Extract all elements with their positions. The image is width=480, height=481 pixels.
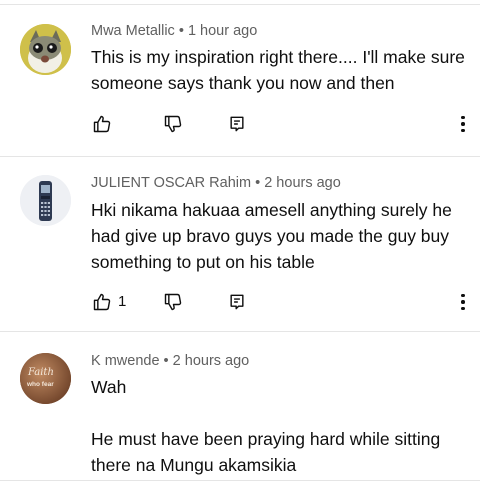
phone-avatar-image bbox=[20, 175, 71, 226]
meta-separator: • bbox=[163, 353, 169, 369]
avatar-text-line: Faith bbox=[27, 367, 54, 378]
comment-text: This is my inspiration right there.... I… bbox=[91, 47, 465, 93]
like-button[interactable] bbox=[91, 113, 113, 135]
reply-comment-icon bbox=[230, 294, 244, 310]
author-name[interactable]: JULIENT OSCAR Rahim bbox=[91, 175, 251, 191]
like-count: 1 bbox=[118, 293, 127, 310]
cat-avatar-image bbox=[20, 24, 71, 75]
comment-meta: JULIENT OSCAR Rahim • 2 hours ago bbox=[91, 175, 341, 191]
avatar[interactable]: Faith who fear bbox=[20, 353, 71, 404]
more-vertical-icon bbox=[461, 115, 465, 120]
faith-avatar-image: Faith who fear bbox=[20, 353, 71, 404]
meta-separator: • bbox=[178, 23, 184, 39]
avatar[interactable] bbox=[20, 175, 71, 226]
comment-actions bbox=[91, 113, 471, 137]
comment-actions: 1 bbox=[91, 291, 471, 315]
more-options-button[interactable] bbox=[455, 113, 471, 135]
meta-separator: • bbox=[255, 175, 261, 191]
author-name[interactable]: K mwende bbox=[91, 353, 160, 369]
more-options-button[interactable] bbox=[455, 291, 471, 313]
reply-comment-icon bbox=[230, 116, 244, 132]
comment-time[interactable]: 2 hours ago bbox=[173, 353, 250, 369]
dislike-button[interactable] bbox=[162, 291, 184, 313]
more-vertical-icon bbox=[461, 293, 465, 298]
author-name[interactable]: Mwa Metallic bbox=[91, 23, 175, 39]
comment-divider bbox=[0, 156, 480, 157]
comment-divider bbox=[0, 331, 480, 332]
comment-text: Wah He must have been praying hard while… bbox=[91, 377, 441, 475]
like-button[interactable] bbox=[91, 291, 113, 313]
thumbs-up-icon bbox=[93, 293, 111, 311]
reply-button[interactable] bbox=[226, 113, 248, 135]
dislike-button[interactable] bbox=[162, 113, 184, 135]
thumbs-down-icon bbox=[164, 293, 182, 311]
thumbs-down-icon bbox=[164, 115, 182, 133]
avatar-text-line: who fear bbox=[26, 381, 54, 388]
comment-text: Hki nikama hakuaa amesell anything surel… bbox=[91, 200, 452, 272]
comment-meta: K mwende • 2 hours ago bbox=[91, 353, 249, 369]
top-divider bbox=[0, 4, 480, 5]
comment-time[interactable]: 1 hour ago bbox=[188, 23, 257, 39]
avatar[interactable] bbox=[20, 24, 71, 75]
reply-button[interactable] bbox=[226, 291, 248, 313]
comment-meta: Mwa Metallic • 1 hour ago bbox=[91, 23, 257, 39]
thumbs-up-icon bbox=[93, 115, 111, 133]
comment-time[interactable]: 2 hours ago bbox=[264, 175, 341, 191]
